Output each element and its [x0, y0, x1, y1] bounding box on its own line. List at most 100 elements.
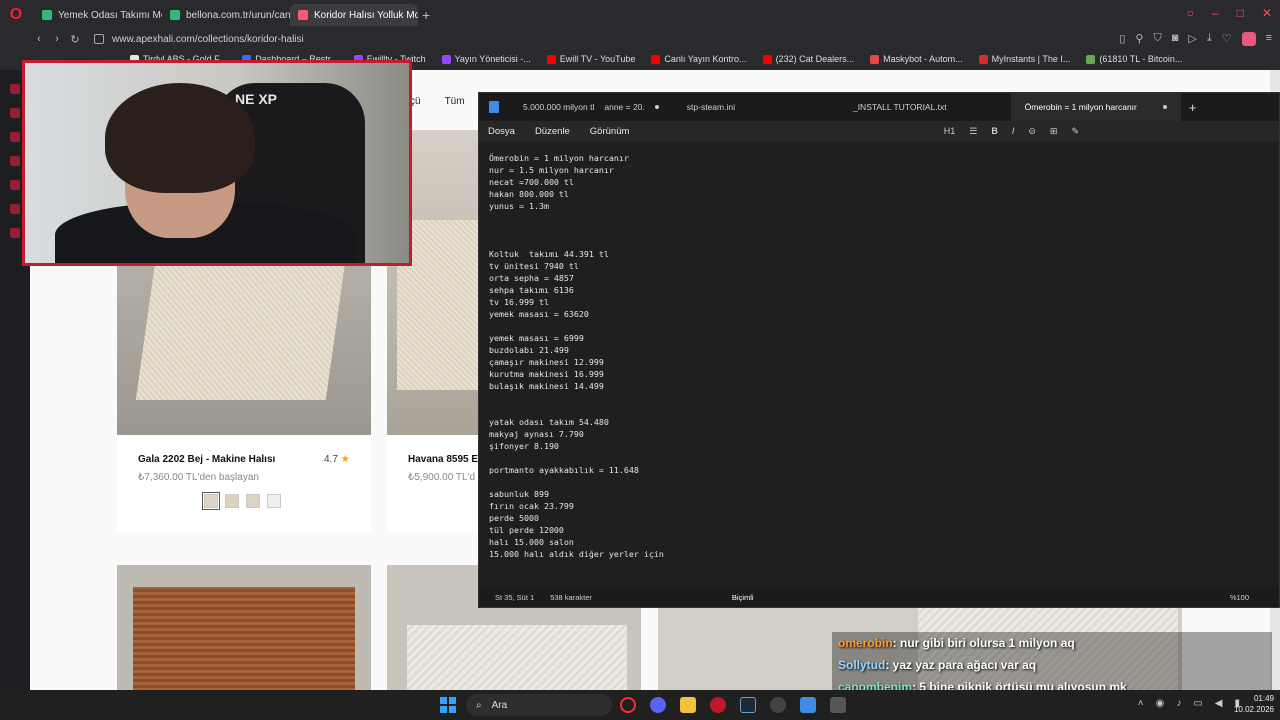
bookmark-item[interactable]: MyInstants | The I...: [978, 54, 1070, 64]
text-line[interactable]: [489, 476, 1279, 488]
app-icon[interactable]: [710, 697, 726, 713]
text-line[interactable]: Koltuk takımı 44.391 tl: [489, 248, 1279, 260]
notepad-tab-active[interactable]: Ömerobin = 1 milyon harcanır: [1010, 93, 1181, 121]
microphone-icon[interactable]: ♪: [1176, 698, 1181, 709]
tray-app-icon[interactable]: ◉: [1156, 698, 1165, 709]
tab-yemek-odasi[interactable]: Yemek Odası Takımı Mode: [34, 4, 162, 26]
download-icon[interactable]: ⤓: [1207, 32, 1212, 46]
discord-icon[interactable]: [650, 697, 666, 713]
text-line[interactable]: necat =700.000 tl: [489, 176, 1279, 188]
bold-icon[interactable]: B: [991, 126, 998, 136]
text-line[interactable]: tül perde 12000: [489, 524, 1279, 536]
opera-gx-icon[interactable]: [620, 697, 636, 713]
minimize-icon[interactable]: –: [1212, 6, 1219, 20]
chevron-up-icon[interactable]: ˄: [1138, 698, 1144, 709]
clock[interactable]: 01:49 10.02.2026: [1234, 693, 1274, 715]
menu-edit[interactable]: Düzenle: [535, 126, 570, 137]
notepad-tab[interactable]: 5.000.000 milyon tl anne = 20.: [509, 93, 673, 121]
text-line[interactable]: sehpa takımı 6136: [489, 284, 1279, 296]
text-line[interactable]: makyaj aynası 7.790: [489, 428, 1279, 440]
search-icon[interactable]: ○: [1187, 6, 1194, 20]
sidebar-app-icon[interactable]: [10, 108, 20, 118]
new-tab-icon[interactable]: +: [1189, 100, 1197, 115]
text-line[interactable]: yatak odası takım 54.480: [489, 416, 1279, 428]
maximize-icon[interactable]: □: [1237, 6, 1244, 20]
sidebar-app-icon[interactable]: [10, 204, 20, 214]
product-title[interactable]: Havana 8595 E: [408, 454, 478, 465]
text-line[interactable]: çamaşır makinesi 12.999: [489, 356, 1279, 368]
text-line[interactable]: [489, 212, 1279, 224]
text-line[interactable]: Ömerobin = 1 milyon harcanır: [489, 152, 1279, 164]
profile-avatar[interactable]: [1241, 32, 1256, 46]
list-icon[interactable]: ☰: [969, 126, 977, 137]
text-line[interactable]: [489, 560, 1279, 572]
clear-format-icon[interactable]: ✎: [1071, 126, 1079, 137]
text-line[interactable]: buzdolabı 21.499: [489, 344, 1279, 356]
format-mode[interactable]: Biçimli: [732, 593, 754, 602]
text-line[interactable]: yemek masası = 6999: [489, 332, 1279, 344]
bookmark-item[interactable]: Maskybot - Autom...: [870, 54, 963, 64]
text-line[interactable]: [489, 236, 1279, 248]
pin-icon[interactable]: ⚲: [1135, 32, 1143, 46]
start-button[interactable]: [440, 697, 456, 713]
app-icon[interactable]: [770, 697, 786, 713]
text-line[interactable]: [489, 320, 1279, 332]
tab-bellona[interactable]: bellona.com.tr/urun/canva: [162, 4, 290, 26]
bookmark-item[interactable]: Ewill TV - YouTube: [546, 54, 635, 64]
text-line[interactable]: sabunluk 899: [489, 488, 1279, 500]
swatch[interactable]: [202, 492, 220, 510]
heading-dropdown[interactable]: H1: [944, 126, 956, 136]
taskbar-search[interactable]: ⌕ Ara: [466, 694, 612, 716]
text-line[interactable]: fırın ocak 23.799: [489, 500, 1279, 512]
swatch[interactable]: [267, 494, 281, 508]
text-line[interactable]: perde 5000: [489, 512, 1279, 524]
opera-icon[interactable]: O: [4, 3, 28, 27]
sidebar-toggle-icon[interactable]: ▯: [1119, 32, 1125, 46]
new-tab-icon[interactable]: +: [422, 7, 430, 23]
back-icon[interactable]: ‹: [30, 33, 48, 45]
shield-icon[interactable]: ⛉: [1153, 32, 1161, 46]
table-icon[interactable]: ⊞: [1050, 126, 1058, 137]
sidebar-app-icon[interactable]: [10, 180, 20, 190]
text-line[interactable]: halı 15.000 salon: [489, 536, 1279, 548]
text-line[interactable]: [489, 392, 1279, 404]
app-icon[interactable]: [830, 697, 846, 713]
text-line[interactable]: [489, 452, 1279, 464]
steam-icon[interactable]: [740, 697, 756, 713]
text-line[interactable]: hakan 800.000 tl: [489, 188, 1279, 200]
notepad-editor[interactable]: Ömerobin = 1 milyon harcanır nur = 1.5 mi…: [479, 141, 1279, 589]
bookmark-item[interactable]: Yayın Yöneticisi -...: [441, 54, 531, 64]
camera-icon[interactable]: ◙: [1172, 32, 1179, 46]
menu-file[interactable]: Dosya: [488, 126, 515, 137]
text-line[interactable]: yemek masası = 63620: [489, 308, 1279, 320]
network-icon[interactable]: ▭: [1193, 698, 1202, 709]
text-line[interactable]: yunus = 1.3m: [489, 200, 1279, 212]
file-explorer-icon[interactable]: [680, 697, 696, 713]
text-line[interactable]: portmanto ayakkabılık = 11.648: [489, 464, 1279, 476]
text-line[interactable]: [489, 224, 1279, 236]
bookmark-item[interactable]: (61810 TL - Bitcoin...: [1086, 54, 1182, 64]
tab-koridor-halisi[interactable]: Koridor Halısı Yolluk Mode: [290, 4, 418, 26]
notepad-taskbar-icon[interactable]: [800, 697, 816, 713]
text-line[interactable]: orta sepha = 4857: [489, 272, 1279, 284]
link-icon[interactable]: ⊝: [1028, 126, 1036, 137]
heart-icon[interactable]: ♡: [1222, 32, 1232, 46]
text-line[interactable]: şifonyer 8.190: [489, 440, 1279, 452]
text-line[interactable]: [489, 404, 1279, 416]
text-line[interactable]: kurutma makinesi 16.999: [489, 368, 1279, 380]
product-image[interactable]: [117, 565, 371, 690]
text-line[interactable]: 15.000 halı aldık diğer yerler için: [489, 548, 1279, 560]
text-line[interactable]: nur = 1.5 milyon harcanır: [489, 164, 1279, 176]
text-line[interactable]: tv 16.999 tl: [489, 296, 1279, 308]
volume-icon[interactable]: ◀: [1215, 698, 1223, 709]
menu-icon[interactable]: ≡: [1266, 32, 1272, 46]
swatch[interactable]: [246, 494, 260, 508]
product-title[interactable]: Gala 2202 Bej - Makine Halısı: [138, 454, 275, 465]
forward-icon[interactable]: ›: [48, 33, 66, 45]
text-line[interactable]: tv ünitesi 7940 tl: [489, 260, 1279, 272]
sidebar-app-icon[interactable]: [10, 84, 20, 94]
bookmark-item[interactable]: (232) Cat Dealers...: [762, 54, 854, 64]
bookmark-item[interactable]: Canlı Yayın Kontro...: [651, 54, 747, 64]
zoom-level[interactable]: %100: [1230, 593, 1249, 602]
nav-link[interactable]: Tüm: [445, 96, 465, 107]
